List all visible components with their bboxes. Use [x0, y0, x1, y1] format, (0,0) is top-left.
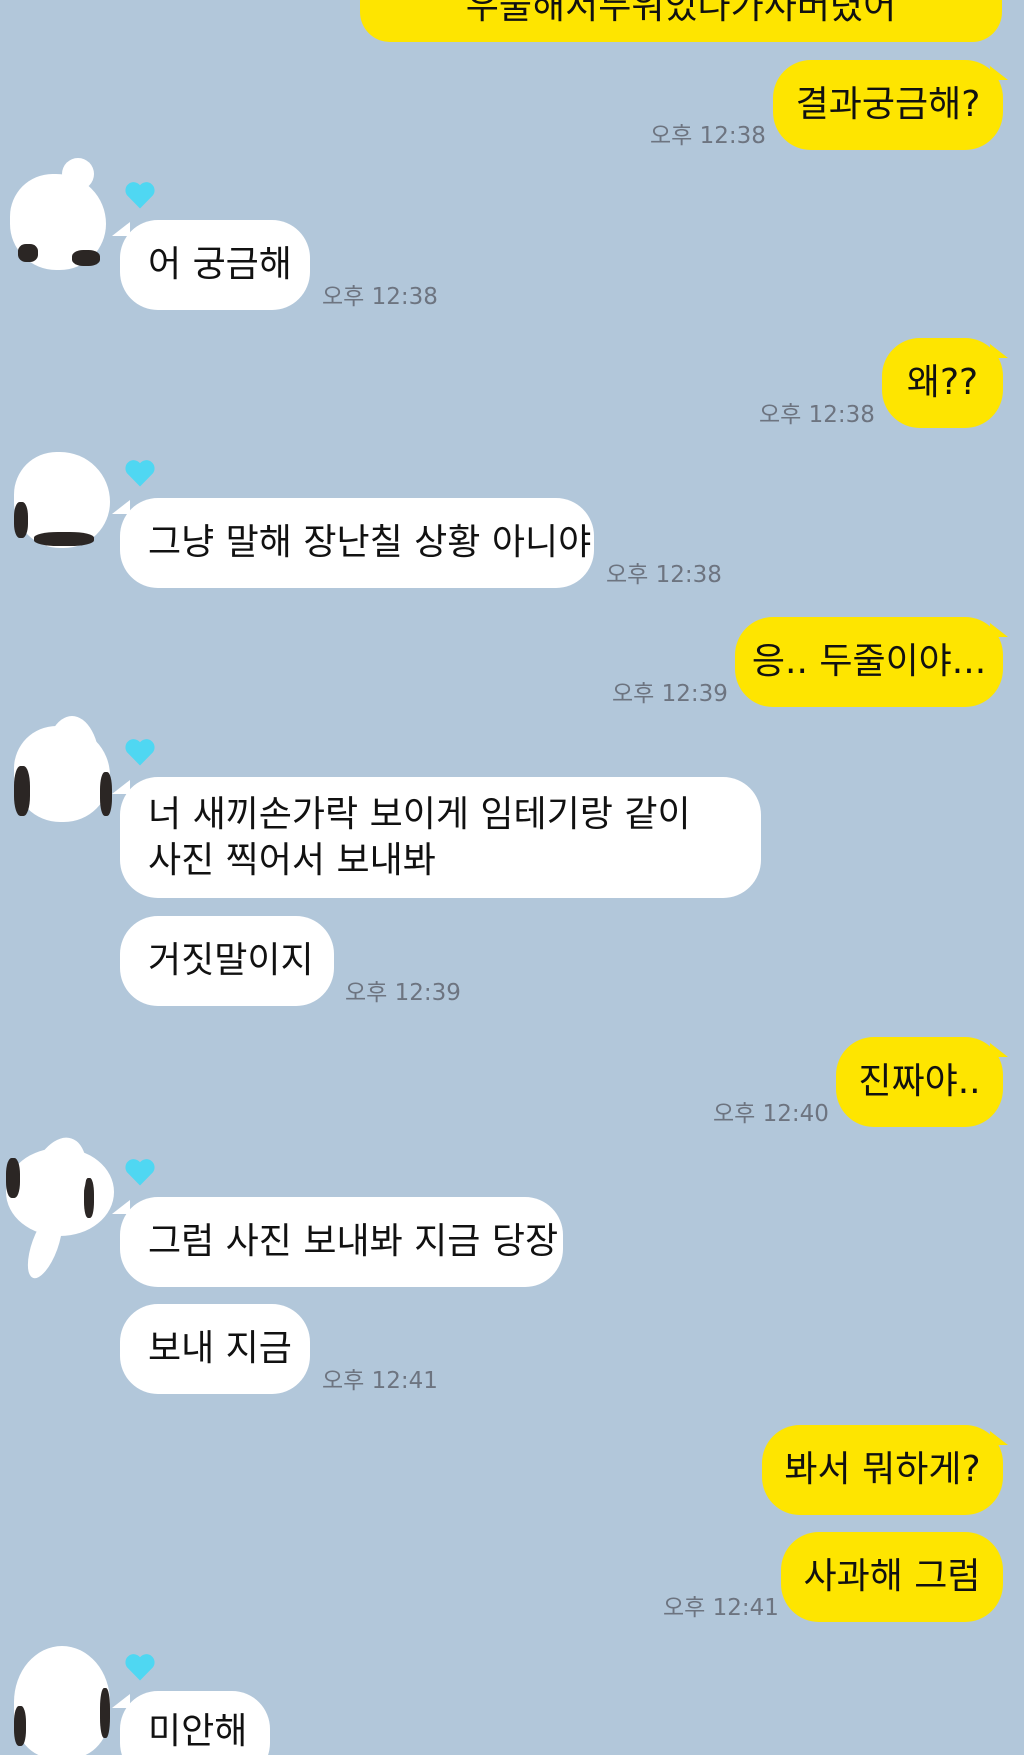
message-text: 왜?? [906, 362, 979, 403]
message-text: 어 궁금해 [148, 244, 292, 285]
bubble-tail [990, 623, 1008, 637]
incoming-message[interactable]: 그냥 말해 장난칠 상황 아니야 [120, 498, 594, 588]
message-text-line-2: 사진 찍어서 보내봐 [148, 839, 436, 881]
message-text: 그럼 사진 보내봐 지금 당장 [148, 1221, 559, 1262]
bubble-tail [990, 1431, 1008, 1445]
message-time: 오후 12:41 [663, 1595, 779, 1621]
message-time: 오후 12:39 [612, 681, 728, 707]
message-text: 우울해서두워있나가사버렸어 [465, 0, 897, 27]
outgoing-message[interactable]: 진짜야.. [836, 1037, 1003, 1127]
message-time: 오후 12:41 [322, 1368, 438, 1394]
avatar-blob [62, 158, 94, 190]
heart-icon [125, 460, 155, 487]
outgoing-message[interactable]: 사과해 그럼 [781, 1532, 1003, 1622]
heart-icon [125, 182, 155, 209]
message-time: 오후 12:39 [345, 980, 461, 1006]
message-text-line-1: 너 새끼손가락 보이게 임테기랑 같이 [148, 793, 691, 835]
bubble-tail [990, 344, 1008, 358]
bubble-tail [990, 1043, 1008, 1057]
incoming-message[interactable]: 보내 지금 [120, 1304, 310, 1394]
avatar[interactable] [14, 452, 110, 548]
outgoing-message[interactable]: 우울해서두워있나가사버렸어 [360, 0, 1002, 42]
bubble-tail [990, 66, 1008, 80]
outgoing-message[interactable]: 응.. 두줄이야... [735, 617, 1003, 707]
outgoing-message[interactable]: 봐서 뭐하게? [762, 1425, 1003, 1515]
message-text: 응.. 두줄이야... [751, 641, 987, 682]
avatar[interactable] [14, 1646, 110, 1755]
outgoing-message[interactable]: 결과궁금해? [773, 60, 1003, 150]
message-time: 오후 12:40 [713, 1101, 829, 1127]
message-text: 그냥 말해 장난칠 상황 아니야 [148, 522, 592, 563]
incoming-message[interactable]: 너 새끼손가락 보이게 임테기랑 같이 사진 찍어서 보내봐 [120, 777, 761, 898]
heart-icon [125, 739, 155, 766]
heart-icon [125, 1159, 155, 1186]
outgoing-message[interactable]: 왜?? [882, 338, 1003, 428]
message-time: 오후 12:38 [322, 284, 438, 310]
message-text: 거짓말이지 [148, 940, 314, 981]
message-text: 보내 지금 [148, 1328, 292, 1369]
message-text: 결과궁금해? [795, 84, 981, 125]
message-time: 오후 12:38 [606, 562, 722, 588]
message-text: 미안해 [148, 1711, 248, 1752]
chat-room: 우울해서두워있나가사버렸어 결과궁금해? 오후 12:38 어 궁금해 오후 1… [0, 0, 1024, 1755]
message-text: 진짜야.. [858, 1061, 981, 1102]
message-text: 사과해 그럼 [803, 1556, 981, 1597]
message-time: 오후 12:38 [650, 123, 766, 149]
incoming-message[interactable]: 미안해 [120, 1691, 270, 1755]
message-text: 봐서 뭐하게? [784, 1449, 981, 1490]
incoming-message[interactable]: 그럼 사진 보내봐 지금 당장 [120, 1197, 563, 1287]
message-time: 오후 12:38 [759, 402, 875, 428]
heart-icon [125, 1654, 155, 1681]
avatar[interactable] [10, 174, 106, 270]
incoming-message[interactable]: 거짓말이지 [120, 916, 334, 1006]
incoming-message[interactable]: 어 궁금해 [120, 220, 310, 310]
avatar-blob [44, 716, 100, 816]
